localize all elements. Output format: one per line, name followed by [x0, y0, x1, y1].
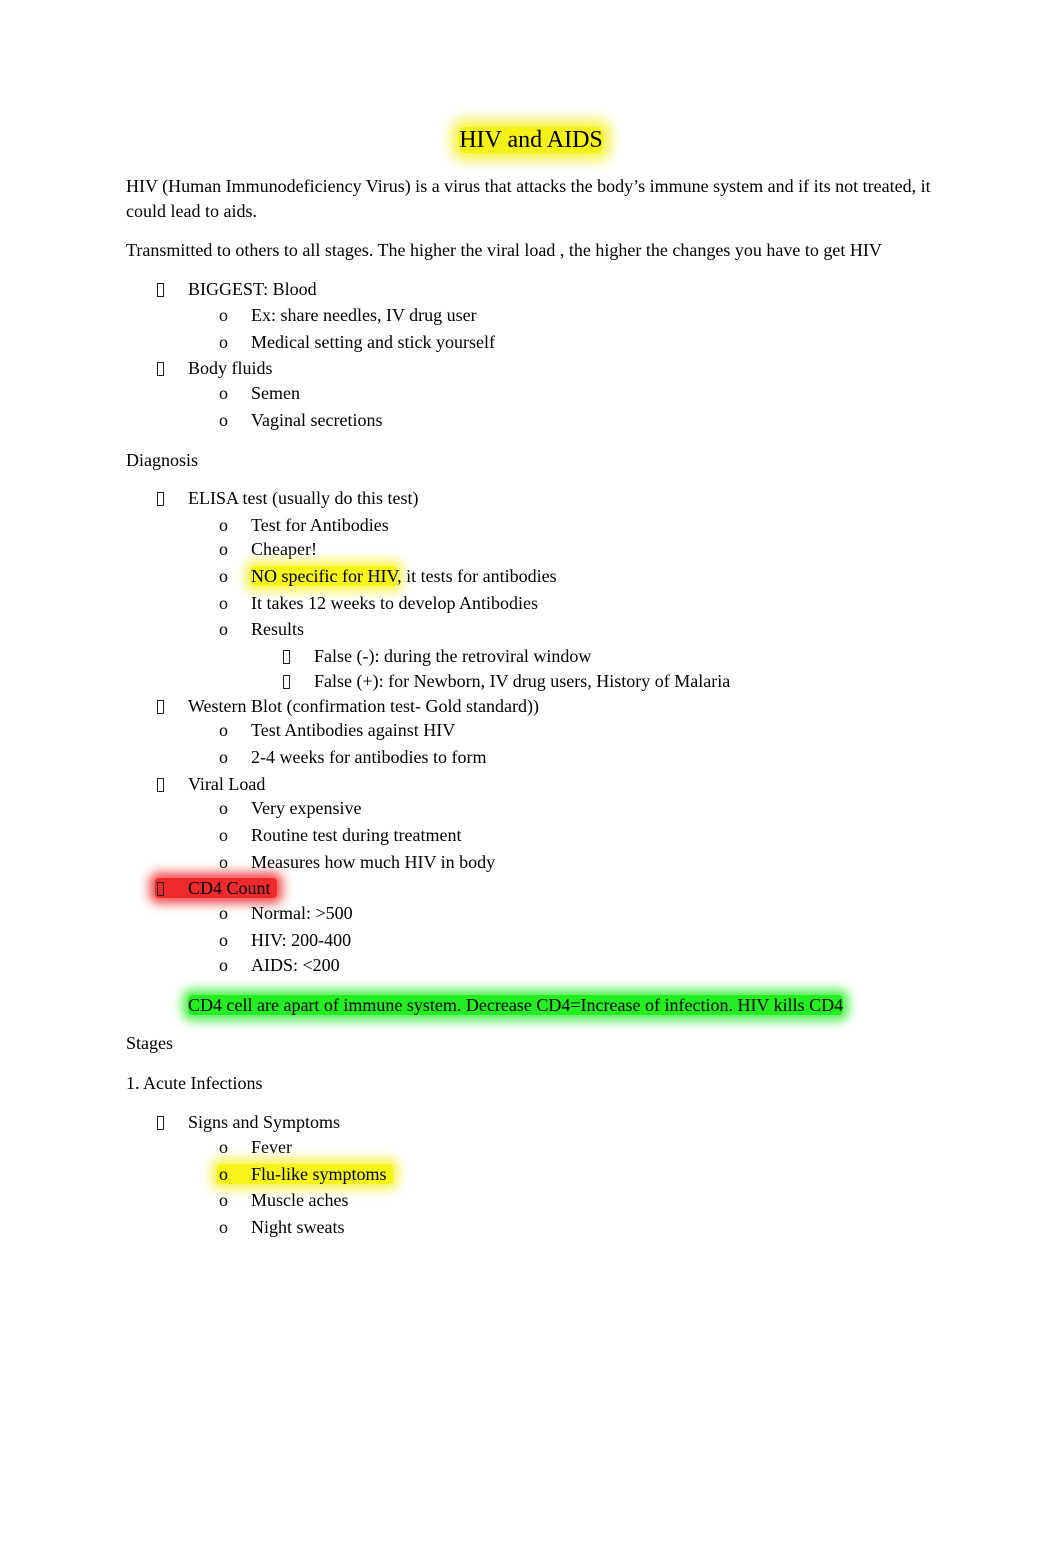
bullet-icon [157, 700, 164, 714]
list-item-text: Ex: share needles, IV drug user [251, 305, 477, 325]
intro-paragraph: HIV (Human Immunodeficiency Virus) is a … [126, 176, 931, 221]
list-item-text: Vaginal secretions [251, 410, 383, 430]
list-item-text: Normal: >500 [251, 903, 353, 923]
bullet-o-icon: o [219, 539, 228, 559]
bullet-o-icon: o [219, 1164, 228, 1184]
bullet-o-icon: o [219, 930, 228, 950]
bullet-o-icon: o [219, 305, 228, 325]
bullet-o-icon: o [219, 1137, 228, 1157]
bullet-icon [157, 283, 164, 297]
list-item-text: Fever [251, 1137, 292, 1157]
list-item-text: BIGGEST: Blood [188, 279, 317, 299]
list-item-text: NO specific for HIV, it tests for antibo… [251, 564, 557, 588]
list-item-text: Semen [251, 383, 300, 403]
list-item-text: HIV: 200-400 [251, 930, 352, 950]
bullet-o-icon: o [219, 720, 228, 740]
list-item-text: False (+): for Newborn, IV drug users, H… [314, 671, 731, 691]
list-item-text: Cheaper! [251, 539, 317, 559]
list-item-text: Test Antibodies against HIV [251, 720, 456, 740]
list-item-text: Muscle aches [251, 1190, 349, 1210]
list-item-text-rest: , it tests for antibodies [397, 566, 557, 586]
bullet-icon [157, 882, 164, 896]
list-item-text: Routine test during treatment [251, 825, 462, 845]
list-item-text: AIDS: <200 [251, 955, 340, 975]
bullet-o-icon: o [219, 852, 228, 872]
list-item-text: It takes 12 weeks to develop Antibodies [251, 593, 538, 613]
bullet-icon [157, 1116, 164, 1130]
bullet-o-icon: o [219, 332, 228, 352]
list-item-text: Results [251, 619, 305, 639]
bullet-o-icon: o [219, 1217, 228, 1237]
transmission-paragraph: Transmitted to others to all stages. The… [126, 240, 882, 260]
bullet-icon [157, 778, 164, 792]
bullet-o-icon: o [219, 955, 228, 975]
green-highlighted-text: CD4 cell are apart of immune system. Dec… [188, 995, 844, 1015]
bullet-icon [157, 492, 164, 506]
bullet-o-icon: o [219, 798, 228, 818]
list-item-text: Measures how much HIV in body [251, 852, 496, 872]
list-item-text: Signs and Symptoms [188, 1112, 341, 1132]
list-item-text: Test for Antibodies [251, 515, 389, 535]
bullet-icon [283, 675, 290, 689]
bullet-icon [283, 650, 290, 664]
diagnosis-heading: Diagnosis [126, 450, 198, 470]
document-page: HIV and AIDS HIV (Human Immunodeficiency… [0, 0, 1062, 1561]
stage-1-heading: 1. Acute Infections [126, 1073, 263, 1093]
cd4-note: CD4 cell are apart of immune system. Dec… [188, 993, 844, 1017]
bullet-o-icon: o [219, 619, 228, 639]
bullet-o-icon: o [219, 383, 228, 403]
list-item-text: ELISA test (usually do this test) [188, 488, 419, 508]
list-item-text: Western Blot (confirmation test- Gold st… [188, 696, 539, 716]
bullet-o-icon: o [219, 903, 228, 923]
list-item-text: Medical setting and stick yourself [251, 332, 495, 352]
bullet-o-icon: o [219, 593, 228, 613]
stages-heading: Stages [126, 1033, 173, 1053]
bullet-o-icon: o [219, 515, 228, 535]
list-item-text: CD4 Count [188, 878, 271, 898]
list-item-text: Night sweats [251, 1217, 345, 1237]
list-item-text: Viral Load [188, 774, 266, 794]
list-item-text: Body fluids [188, 358, 273, 378]
bullet-o-icon: o [219, 1190, 228, 1210]
bullet-o-icon: o [219, 410, 228, 430]
list-item-text: Very expensive [251, 798, 362, 818]
bullet-o-icon: o [219, 747, 228, 767]
highlighted-text: NO specific for HIV [251, 566, 398, 586]
list-item-text: Flu-like symptoms [251, 1164, 387, 1184]
list-item-text: False (-): during the retroviral window [314, 646, 592, 666]
bullet-icon [157, 362, 164, 376]
bullet-o-icon: o [219, 825, 228, 845]
title-highlight: HIV and AIDS [459, 127, 603, 153]
bullet-o-icon: o [219, 566, 228, 586]
list-item-text: 2-4 weeks for antibodies to form [251, 747, 487, 767]
document-title: HIV and AIDS [0, 124, 1062, 156]
